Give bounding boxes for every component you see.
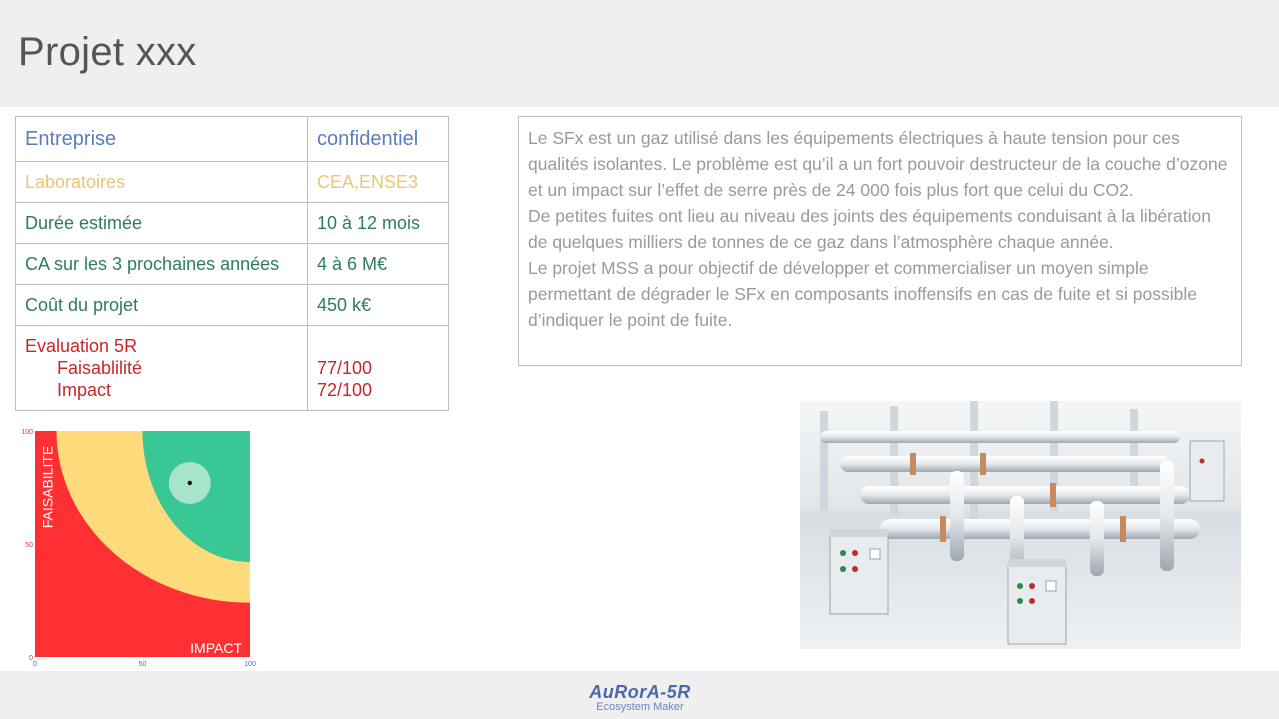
cout-value: 450 k€	[307, 284, 449, 326]
x-tick-label: 100	[244, 661, 256, 668]
impact-value: 72/100	[317, 380, 373, 400]
x-axis-label: IMPACT	[190, 640, 242, 656]
table-row: Laboratoires CEA,ENSE3	[15, 161, 449, 203]
switchgear-illustration	[800, 401, 1241, 649]
project-description: Le SFx est un gaz utilisé dans les équip…	[518, 116, 1242, 366]
y-tick-label: 50	[25, 542, 33, 549]
y-axis-label: FAISABILITE	[40, 446, 56, 528]
evaluation-cell: Evaluation 5R Faisablilité Impact	[15, 325, 308, 411]
ca-value: 4 à 6 M€	[307, 243, 449, 285]
duree-value: 10 à 12 mois	[307, 202, 449, 244]
header-bar: Projet xxx	[0, 0, 1279, 107]
description-paragraph: De petites fuites ont lieu au niveau des…	[528, 206, 1211, 252]
y-tick-label: 100	[21, 429, 33, 436]
score-point	[187, 480, 192, 486]
evaluation-values-cell: 77/100 72/100	[307, 325, 449, 411]
x-tick-label: 50	[139, 661, 147, 668]
description-paragraph: Le projet MSS a pour objectif de dévelop…	[528, 258, 1197, 330]
laboratoires-label: Laboratoires	[15, 161, 308, 203]
table-row: Durée estimée 10 à 12 mois	[15, 202, 449, 244]
page-title: Projet xxx	[18, 30, 197, 74]
entreprise-label: Entreprise	[15, 116, 308, 162]
laboratoires-value: CEA,ENSE3	[307, 161, 449, 203]
table-row: Coût du projet 450 k€	[15, 284, 449, 326]
faisabilite-value: 77/100	[317, 358, 373, 378]
entreprise-value: confidentiel	[307, 116, 449, 162]
description-paragraph: Le SFx est un gaz utilisé dans les équip…	[528, 128, 1228, 200]
table-row: Evaluation 5R Faisablilité Impact 77/100…	[15, 325, 449, 411]
logo-subtitle: Ecosystem Maker	[596, 701, 684, 713]
evaluation-chart: IMPACT FAISABILITE 0 50 100 0 50 100	[15, 425, 265, 670]
equipment-photo	[800, 401, 1241, 649]
project-info-table: Entreprise confidentiel Laboratoires CEA…	[15, 116, 449, 411]
duree-label: Durée estimée	[15, 202, 308, 244]
cout-label: Coût du projet	[15, 284, 308, 326]
faisabilite-label: Faisablilité	[57, 358, 143, 378]
table-row: Entreprise confidentiel	[15, 116, 449, 162]
logo-title: AuRorA-5R	[589, 682, 691, 702]
impact-label: Impact	[57, 380, 112, 400]
ca-label: CA sur les 3 prochaines années	[15, 243, 308, 285]
x-tick-label: 0	[33, 661, 37, 668]
evaluation-chart-svg: IMPACTFAISABILITE0501000 50 100	[21, 429, 256, 668]
evaluation-label: Evaluation 5R	[25, 336, 138, 356]
table-row: CA sur les 3 prochaines années 4 à 6 M€	[15, 243, 449, 285]
aurora-logo: AuRorA-5R Ecosystem Maker	[560, 683, 720, 713]
